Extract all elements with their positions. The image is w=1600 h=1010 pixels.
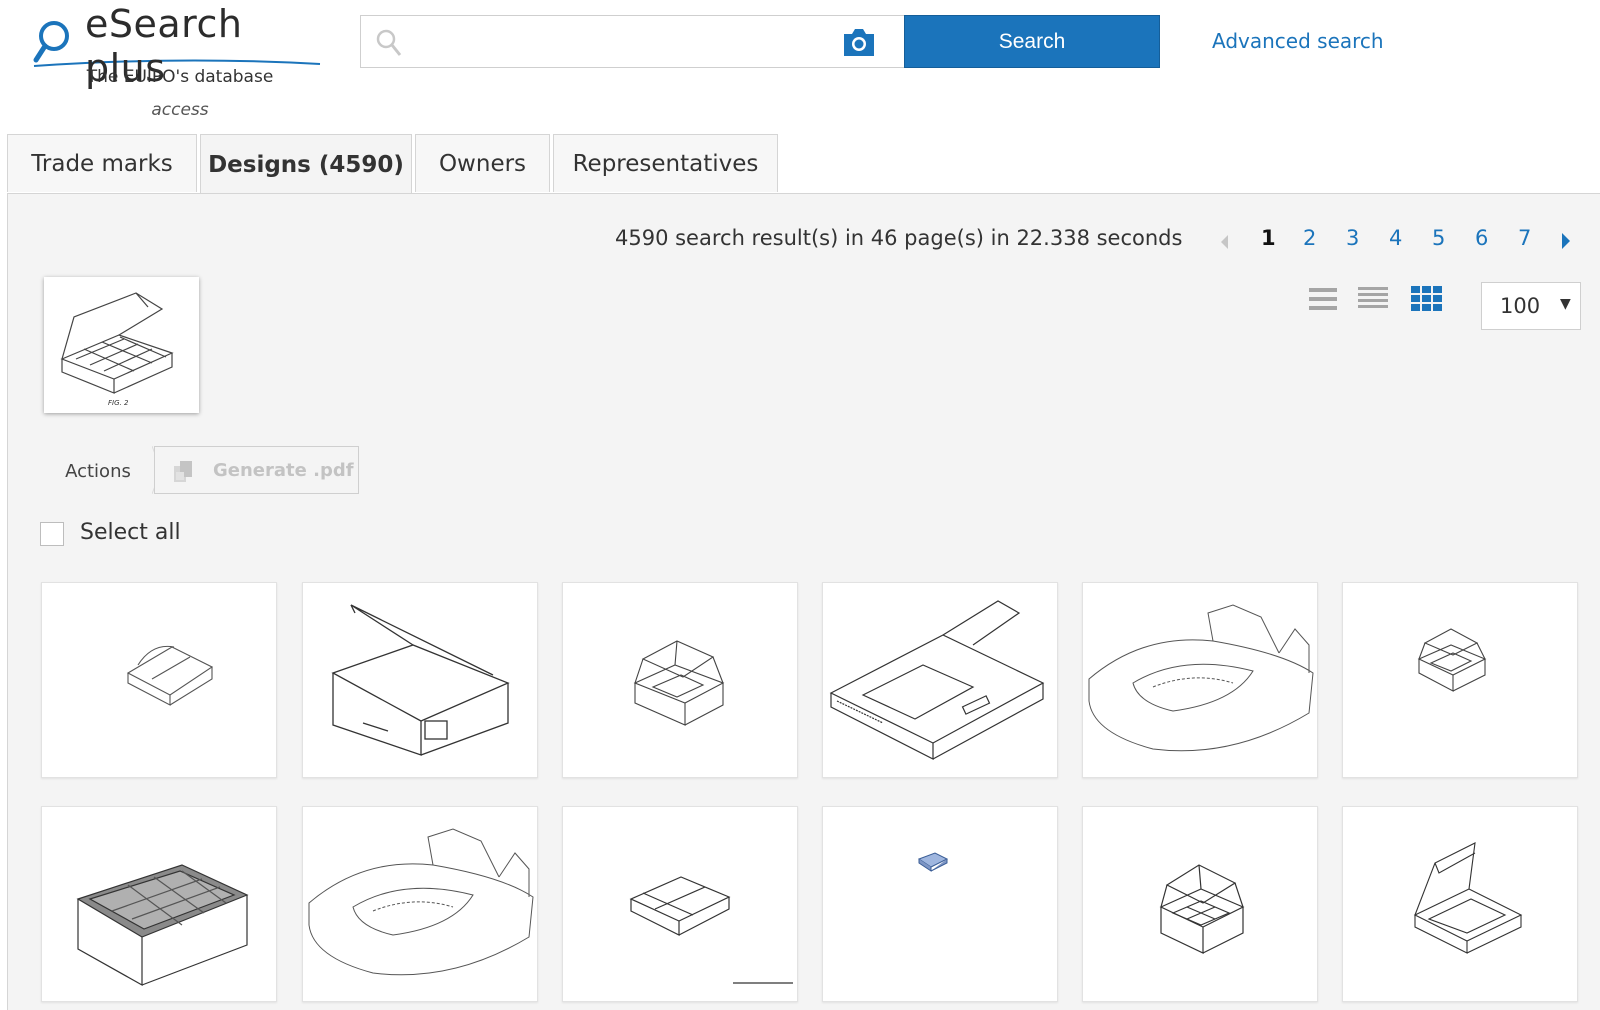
search-icon [376,29,402,56]
result-card[interactable] [822,582,1058,778]
results-summary: 4590 search result(s) in 46 page(s) in 2… [615,226,1183,250]
design-image [76,864,249,987]
result-card[interactable] [562,582,798,778]
result-card[interactable] [1342,806,1578,1002]
page-7[interactable]: 7 [1518,226,1531,250]
query-image-drawing: FIG. 2 [60,292,174,407]
generate-pdf-button[interactable]: Generate .pdf [154,446,359,494]
actions-label: Actions [65,460,131,482]
result-card[interactable] [1082,806,1318,1002]
chevron-down-icon: ▼ [1560,296,1571,312]
tab-owners[interactable]: Owners [415,134,550,192]
design-image [1417,628,1487,692]
pdf-icon [174,461,192,482]
logo-access: access [151,100,209,120]
query-image-caption: FIG. 2 [108,399,129,407]
page-6[interactable]: 6 [1475,226,1488,250]
tab-representatives[interactable]: Representatives [553,134,778,192]
result-card[interactable] [1342,582,1578,778]
page-1[interactable]: 1 [1261,226,1276,250]
camera-icon[interactable] [841,26,877,58]
design-image [829,600,1045,760]
query-image[interactable]: FIG. 2 [44,277,199,413]
design-image [633,640,725,726]
grid-view-icon[interactable] [1411,286,1443,312]
logo[interactable]: eSearch plus The EUIPO's database access [30,0,330,125]
result-card[interactable] [41,806,277,1002]
search-input[interactable] [411,24,835,62]
design-image [308,828,534,976]
design-image [1159,864,1245,954]
result-card[interactable] [41,582,277,778]
advanced-search-link[interactable]: Advanced search [1212,29,1384,53]
page-5[interactable]: 5 [1432,226,1445,250]
next-page-icon[interactable] [1560,232,1572,250]
page-4[interactable]: 4 [1389,226,1402,250]
result-card[interactable] [302,582,538,778]
result-card[interactable] [302,806,538,1002]
page-3[interactable]: 3 [1346,226,1359,250]
result-card[interactable] [562,806,798,1002]
select-all-checkbox[interactable] [40,522,64,546]
design-image [1088,604,1314,752]
select-all-label[interactable]: Select all [80,520,181,545]
tab-designs[interactable]: Designs (4590) [200,134,412,194]
design-image [629,876,793,984]
logo-subtitle: The EUIPO's database [86,67,274,87]
design-image [917,852,949,872]
tab-trade-marks[interactable]: Trade marks [7,134,197,192]
design-image [331,604,510,756]
page-2[interactable]: 2 [1303,226,1316,250]
list-view-icon[interactable] [1309,286,1337,312]
generate-pdf-label: Generate .pdf [213,460,354,481]
compact-list-view-icon[interactable] [1358,286,1388,312]
design-image [1413,842,1523,954]
design-image [126,645,214,706]
search-button[interactable]: Search [904,15,1160,68]
prev-page-icon[interactable] [1218,234,1230,250]
per-page-select[interactable]: 100 ▼ [1481,282,1581,330]
result-card[interactable] [822,806,1058,1002]
per-page-value: 100 [1500,294,1541,318]
result-card[interactable] [1082,582,1318,778]
search-box [360,15,905,68]
